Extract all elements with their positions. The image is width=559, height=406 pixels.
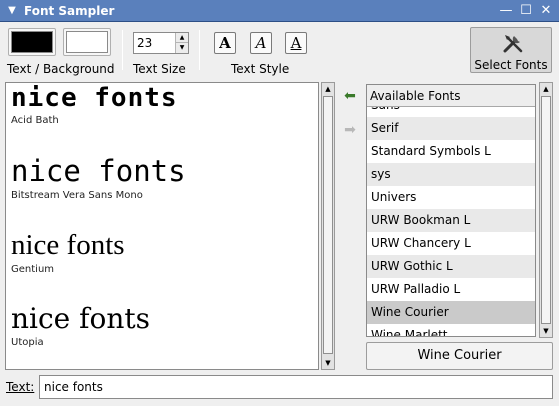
preview-item: nice fonts Gentium xyxy=(11,229,125,276)
select-fonts-label: Select Fonts xyxy=(474,58,548,72)
font-list-item[interactable]: URW Chancery L xyxy=(367,232,535,255)
font-list-item[interactable]: Serif xyxy=(367,117,535,140)
preview-sample: nice fonts xyxy=(11,302,151,335)
text-field-label-text: Text: xyxy=(6,380,35,394)
remove-font-arrow-icon[interactable]: ➡ xyxy=(342,122,358,138)
font-list-item-selected[interactable]: Wine Courier xyxy=(367,301,535,324)
scrollbar-thumb[interactable] xyxy=(323,96,333,354)
font-list-item[interactable]: URW Bookman L xyxy=(367,209,535,232)
scroll-up-icon[interactable]: ▲ xyxy=(540,83,552,95)
font-preview-area: nice fonts Acid Bath nice fonts Bitstrea… xyxy=(5,82,319,370)
tools-icon xyxy=(503,35,523,53)
font-list-header[interactable]: Available Fonts xyxy=(367,85,535,107)
selected-font-button[interactable]: Wine Courier xyxy=(366,342,553,370)
available-fonts-list[interactable]: Sans Serif Standard Symbols L sys Univer… xyxy=(366,84,536,337)
preview-font-name: Acid Bath xyxy=(11,115,59,126)
preview-sample: nice fonts xyxy=(11,83,178,113)
scroll-up-icon[interactable]: ▲ xyxy=(322,83,334,95)
preview-font-name: Gentium xyxy=(11,264,55,275)
font-list-rows: Sans Serif Standard Symbols L sys Univer… xyxy=(367,94,535,336)
font-list-item[interactable]: Wine Marlett xyxy=(367,324,535,336)
preview-font-name: Utopia xyxy=(11,337,44,348)
font-list-item[interactable]: Univers xyxy=(367,186,535,209)
background-color-swatch xyxy=(66,31,108,53)
text-color-swatch xyxy=(11,31,53,53)
bold-button[interactable]: A xyxy=(214,32,236,54)
background-color-button[interactable] xyxy=(63,28,111,56)
colors-label: Text / Background xyxy=(7,62,115,76)
text-color-button[interactable] xyxy=(8,28,56,56)
scroll-down-icon[interactable]: ▼ xyxy=(322,357,334,369)
font-list-item[interactable]: sys xyxy=(367,163,535,186)
font-list-item[interactable]: URW Gothic L xyxy=(367,255,535,278)
font-list-item[interactable]: Standard Symbols L xyxy=(367,140,535,163)
minimize-icon[interactable]: — xyxy=(498,3,514,19)
toolbar-separator xyxy=(122,30,123,70)
sample-text-input[interactable]: nice fonts xyxy=(39,375,553,399)
text-size-value[interactable]: 23 xyxy=(137,36,152,50)
maximize-icon[interactable]: ☐ xyxy=(518,3,534,19)
scrollbar-thumb[interactable] xyxy=(541,96,551,324)
select-fonts-button[interactable]: Select Fonts xyxy=(470,27,552,73)
window-title: Font Sampler xyxy=(24,4,115,18)
preview-item: nice fonts Bitstream Vera Sans Mono xyxy=(11,154,186,202)
spin-down-icon[interactable]: ▼ xyxy=(175,43,188,53)
toolbar-separator xyxy=(199,30,200,70)
toolbar: Text / Background 23 ▲ ▼ Text Size A A A… xyxy=(0,22,559,78)
window-menu-icon[interactable]: ▼ xyxy=(4,3,20,19)
text-style-label: Text Style xyxy=(231,62,290,76)
text-size-spinner[interactable]: 23 ▲ ▼ xyxy=(133,32,189,54)
preview-item: nice fonts Acid Bath xyxy=(11,85,178,126)
spin-up-icon[interactable]: ▲ xyxy=(175,33,188,43)
underline-button[interactable]: A xyxy=(285,32,307,54)
font-list-scrollbar[interactable]: ▲ ▼ xyxy=(539,82,553,338)
font-list-item[interactable]: URW Palladio L xyxy=(367,278,535,301)
preview-sample: nice fonts xyxy=(11,229,125,261)
scroll-down-icon[interactable]: ▼ xyxy=(540,325,552,337)
text-size-label: Text Size xyxy=(133,62,186,76)
italic-button[interactable]: A xyxy=(250,32,272,54)
preview-sample: nice fonts xyxy=(11,154,186,188)
text-field-label: Text: xyxy=(6,380,34,394)
close-icon[interactable]: ✕ xyxy=(538,3,554,19)
preview-scrollbar[interactable]: ▲ ▼ xyxy=(321,82,335,370)
title-bar: ▼ Font Sampler — ☐ ✕ xyxy=(0,0,559,22)
preview-item: nice fonts Utopia xyxy=(11,302,151,349)
preview-font-name: Bitstream Vera Sans Mono xyxy=(11,190,143,201)
add-font-arrow-icon[interactable]: ⬅ xyxy=(342,88,358,104)
